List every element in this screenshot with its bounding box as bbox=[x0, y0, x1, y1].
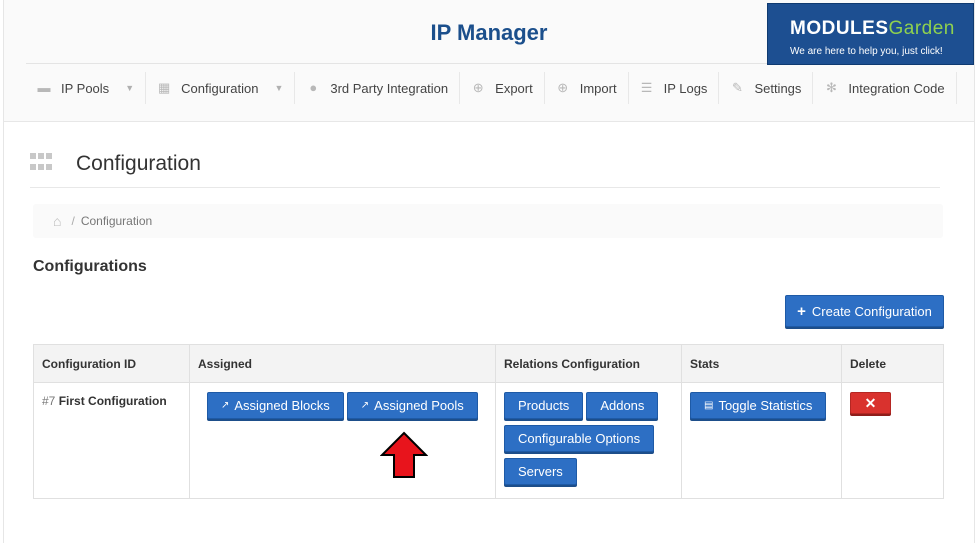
nav-label: IP Pools bbox=[61, 80, 110, 96]
annotation-arrow-icon bbox=[380, 431, 428, 478]
download-icon: ⊕ bbox=[472, 80, 484, 95]
chevron-down-icon: ▼ bbox=[125, 83, 135, 93]
nav-item-settings[interactable]: ✎ Settings bbox=[719, 72, 814, 104]
column-header: Assigned bbox=[189, 344, 496, 383]
delete-button[interactable]: ✕ bbox=[850, 392, 891, 414]
nav-label: Settings bbox=[754, 80, 802, 96]
configurable-options-button[interactable]: Configurable Options bbox=[504, 425, 655, 452]
assigned-pools-button[interactable]: ↗ Assigned Pools bbox=[346, 392, 478, 419]
nav-item-import[interactable]: ⊕ Import bbox=[545, 72, 629, 104]
nav-label: Export bbox=[495, 80, 533, 96]
assigned-blocks-button[interactable]: ↗ Assigned Blocks bbox=[207, 392, 344, 419]
upload-icon: ⊕ bbox=[557, 80, 569, 95]
nav-item-ip-pools[interactable]: ▬ IP Pools ▼ bbox=[26, 72, 147, 104]
table-header-row: Configuration ID Assigned Relations Conf… bbox=[33, 344, 944, 383]
button-label: Assigned Pools bbox=[374, 398, 464, 413]
plus-icon: + bbox=[797, 302, 806, 320]
gears-icon: ✻ bbox=[825, 80, 837, 95]
nav-label: Configuration bbox=[181, 80, 259, 96]
section-title: Configurations bbox=[33, 258, 147, 275]
column-header: Delete bbox=[841, 344, 944, 383]
column-header: Stats bbox=[681, 344, 842, 383]
grid-icon: ▦ bbox=[157, 80, 171, 95]
delete-cell: ✕ bbox=[841, 382, 944, 499]
main-nav: ▬ IP Pools ▼ ▦ Configuration ▼ ● 3rd Par… bbox=[26, 72, 957, 104]
configuration-id-cell: #7 First Configuration bbox=[33, 382, 190, 499]
products-button[interactable]: Products bbox=[504, 392, 584, 419]
assigned-buttons: ↗ Assigned Blocks ↗ Assigned Pools bbox=[198, 392, 487, 419]
breadcrumb-separator: / bbox=[71, 214, 75, 228]
chart-icon: ▤ bbox=[704, 400, 714, 411]
page-header: Configuration bbox=[30, 150, 940, 188]
brand-logo: MODULESGarden bbox=[790, 18, 955, 40]
page-title: Configuration bbox=[76, 152, 201, 175]
relations-buttons: Products Addons Configurable Options Ser… bbox=[504, 392, 664, 485]
brand-tagline: We are here to help you, just click! bbox=[790, 46, 943, 57]
button-label: Toggle Statistics bbox=[718, 398, 813, 413]
column-header: Relations Configuration bbox=[495, 344, 682, 383]
nav-label: Integration Code bbox=[848, 80, 945, 96]
configuration-id: #7 bbox=[42, 394, 56, 408]
users-icon: ● bbox=[309, 80, 318, 95]
modulesgarden-banner[interactable]: MODULESGarden We are here to help you, j… bbox=[767, 3, 974, 65]
brand-logo-main: MODULES bbox=[790, 18, 889, 39]
breadcrumb-current: Configuration bbox=[80, 214, 153, 228]
nav-item-3rd-party-integration[interactable]: ● 3rd Party Integration bbox=[295, 72, 461, 104]
close-icon: ✕ bbox=[864, 394, 877, 411]
chevron-down-icon: ▼ bbox=[274, 83, 284, 93]
breadcrumb: ⌂ / Configuration bbox=[33, 204, 943, 238]
toggle-statistics-button[interactable]: ▤ Toggle Statistics bbox=[690, 392, 827, 419]
nav-item-export[interactable]: ⊕ Export bbox=[460, 72, 545, 104]
nav-label: Import bbox=[579, 80, 617, 96]
table-row: #7 First Configuration ↗ Assigned Blocks … bbox=[33, 382, 944, 499]
column-header: Configuration ID bbox=[33, 344, 190, 383]
nav-item-integration-code[interactable]: ✻ Integration Code bbox=[813, 72, 957, 104]
nav-label: IP Logs bbox=[663, 80, 708, 96]
nav-item-ip-logs[interactable]: ☰ IP Logs bbox=[629, 72, 720, 104]
wrench-icon: ✎ bbox=[731, 80, 743, 95]
relations-cell: Products Addons Configurable Options Ser… bbox=[495, 382, 682, 499]
create-configuration-button[interactable]: + Create Configuration bbox=[785, 295, 944, 327]
brand-logo-accent: Garden bbox=[888, 18, 955, 39]
create-configuration-label: Create Configuration bbox=[811, 303, 932, 319]
list-icon: ☰ bbox=[640, 80, 653, 95]
home-icon[interactable]: ⌂ bbox=[53, 213, 61, 229]
stats-cell: ▤ Toggle Statistics bbox=[681, 382, 842, 499]
servers-button[interactable]: Servers bbox=[504, 458, 577, 485]
button-label: Assigned Blocks bbox=[234, 398, 330, 413]
nav-label: 3rd Party Integration bbox=[330, 80, 449, 96]
briefcase-icon: ▬ bbox=[37, 80, 51, 95]
configuration-name: First Configuration bbox=[58, 394, 167, 408]
configurations-table: Configuration ID Assigned Relations Conf… bbox=[33, 344, 944, 499]
header: IP Manager MODULESGarden We are here to … bbox=[4, 0, 974, 122]
external-link-icon: ↗ bbox=[221, 400, 230, 411]
assigned-cell: ↗ Assigned Blocks ↗ Assigned Pools bbox=[189, 382, 496, 499]
nav-item-configuration[interactable]: ▦ Configuration ▼ bbox=[146, 72, 296, 104]
external-link-icon: ↗ bbox=[360, 400, 370, 411]
grid-icon bbox=[30, 153, 54, 173]
addons-button[interactable]: Addons bbox=[586, 392, 659, 419]
